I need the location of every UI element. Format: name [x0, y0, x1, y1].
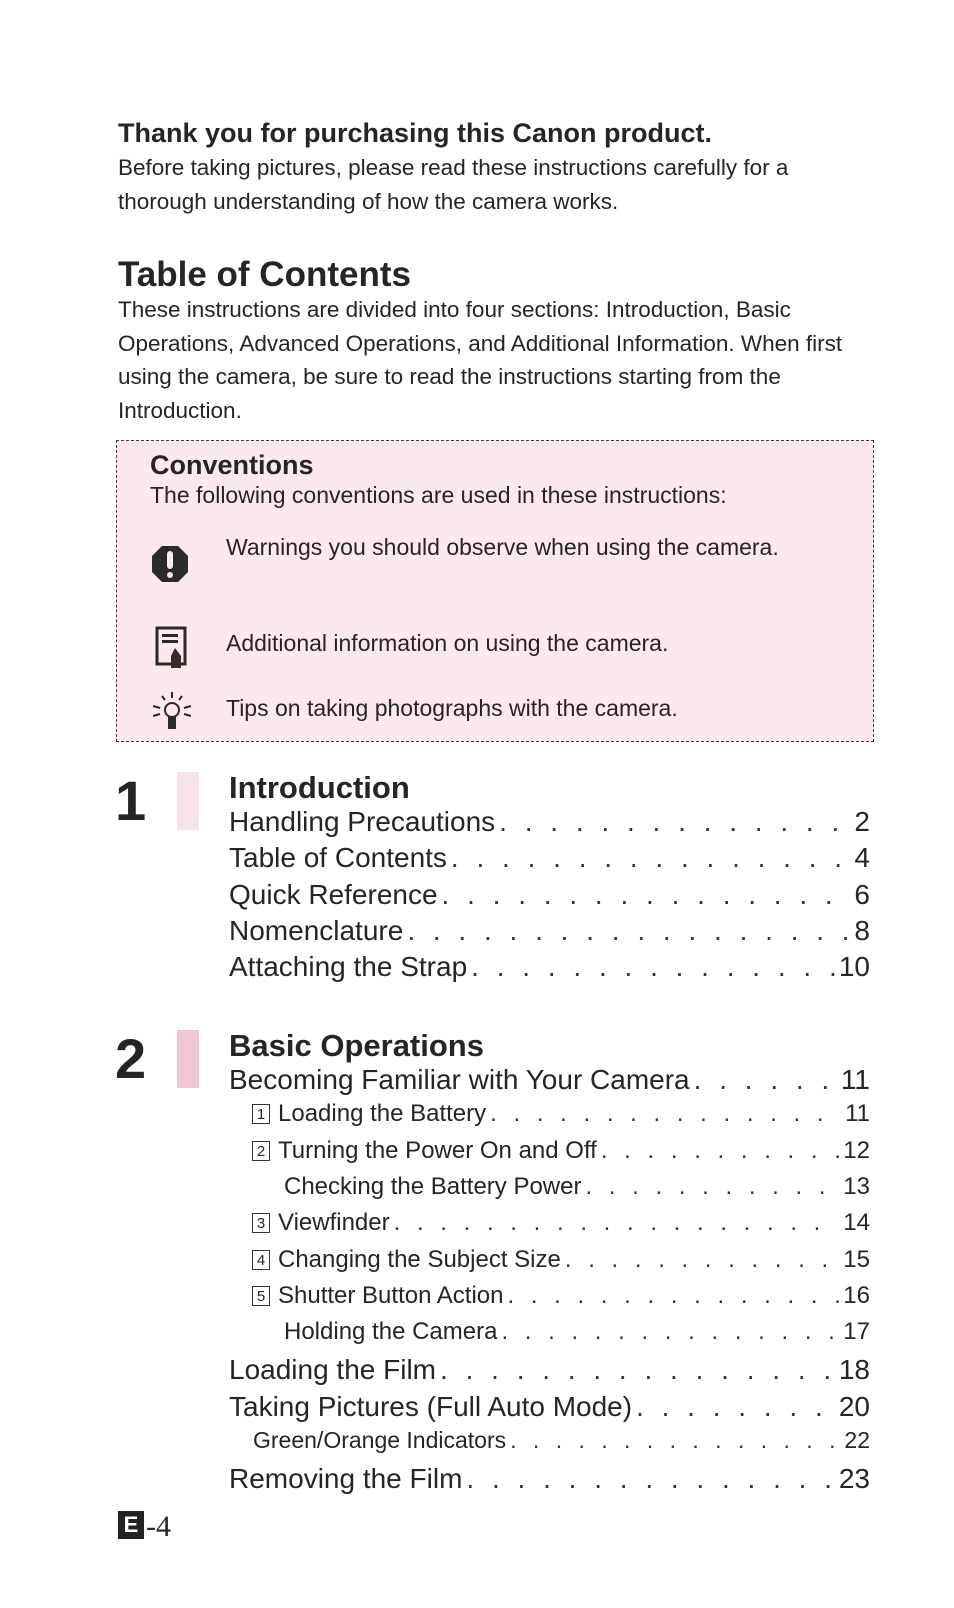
toc-entry[interactable]: 4 Changing the Subject Size 15 [252, 1246, 870, 1274]
toc-entry[interactable]: 3 Viewfinder 14 [252, 1209, 870, 1237]
lightbulb-icon [152, 692, 192, 729]
toc-entry[interactable]: Holding the Camera 17 [284, 1318, 870, 1346]
thanks-text: Before taking pictures, please read thes… [118, 155, 789, 214]
toc-entry-page: 8 [854, 914, 870, 946]
toc-entry[interactable]: Removing the Film 23 [229, 1463, 870, 1495]
toc-entry-label: Nomenclature [229, 914, 404, 946]
toc-entry[interactable]: Table of Contents 4 [229, 842, 870, 874]
step-number-icon: 2 [252, 1140, 270, 1161]
conventions-intro: The following conventions are used in th… [150, 482, 727, 508]
language-badge: E [118, 1511, 144, 1539]
toc-entry-label: Quick Reference [229, 878, 438, 910]
toc-entry-page: 22 [844, 1427, 870, 1453]
toc-entry[interactable]: Quick Reference 6 [229, 879, 870, 911]
toc-entry-page: 20 [838, 1390, 870, 1422]
toc-entry[interactable]: Checking the Battery Power 13 [284, 1173, 870, 1201]
dot-leader [394, 1209, 840, 1237]
conventions-item-info: Additional information on using the came… [226, 630, 669, 656]
dot-leader [565, 1246, 839, 1274]
dot-leader [471, 951, 835, 983]
dot-leader [501, 1318, 839, 1346]
toc-entry[interactable]: 5 Shutter Button Action 16 [252, 1282, 870, 1310]
dot-leader [507, 1282, 839, 1310]
toc-entry-label: Holding the Camera [284, 1318, 498, 1346]
toc-entry[interactable]: Green/Orange Indicators 22 [253, 1427, 870, 1454]
toc-entry-page: 14 [843, 1209, 870, 1237]
page-number: E -4 [118, 1510, 171, 1544]
toc-entry-label: Attaching the Strap [229, 951, 468, 983]
dot-leader [442, 879, 851, 911]
toc-entry[interactable]: Attaching the Strap 10 [229, 951, 870, 983]
toc-entry-label: Becoming Familiar with Your Camera [229, 1064, 690, 1095]
toc-entry-page: 17 [843, 1318, 870, 1346]
toc-entry-label: Turning the Power On and Off [278, 1136, 597, 1164]
conventions-item-warning: Warnings you should observe when using t… [226, 534, 779, 560]
toc-entry-page: 6 [854, 878, 870, 910]
dot-leader [694, 1064, 837, 1096]
dot-leader [601, 1137, 839, 1165]
toc-entry-label: Viewfinder [278, 1209, 390, 1237]
toc-entry-label: Green/Orange Indicators [253, 1427, 507, 1453]
toc-entry-label: Shutter Button Action [278, 1281, 504, 1309]
toc-entry[interactable]: 2 Turning the Power On and Off 12 [252, 1137, 870, 1165]
toc-entry-label: Taking Pictures (Full Auto Mode) [229, 1390, 633, 1422]
toc-entry-label: Checking the Battery Power [284, 1172, 582, 1200]
toc-description: These instructions are divided into four… [118, 297, 843, 423]
toc-entry-page: 2 [854, 806, 870, 837]
conventions-item-tips: Tips on taking photographs with the came… [226, 695, 678, 721]
page-title: Table of Contents [118, 255, 411, 294]
toc-entry[interactable]: Taking Pictures (Full Auto Mode) 20 [229, 1391, 870, 1423]
memo-icon [155, 626, 187, 668]
section-tab [177, 1030, 199, 1088]
dot-leader [490, 1100, 841, 1128]
toc-entry-page: 11 [840, 1064, 870, 1095]
toc-entry[interactable]: Loading the Film 18 [229, 1354, 870, 1386]
dot-leader [466, 1463, 834, 1495]
toc-entry-page: 16 [843, 1281, 870, 1309]
step-number-icon: 3 [252, 1213, 270, 1234]
toc-entry[interactable]: Nomenclature 8 [229, 915, 870, 947]
toc-entry-label: Changing the Subject Size [278, 1245, 561, 1273]
toc-entry-page: 10 [838, 951, 870, 983]
toc-entry-page: 13 [843, 1172, 870, 1200]
step-number-icon: 4 [252, 1249, 270, 1270]
warning-icon [152, 546, 188, 582]
toc-entry-page: 12 [843, 1136, 870, 1164]
dot-leader [440, 1354, 835, 1386]
toc-entry[interactable]: Handling Precautions 2 [229, 806, 870, 838]
step-number-icon: 1 [252, 1104, 270, 1125]
section-title: Basic Operations [229, 1028, 484, 1063]
thanks-heading: Thank you for purchasing this Canon prod… [118, 118, 713, 148]
toc-entry-label: Table of Contents [229, 842, 447, 874]
page-number-text: -4 [146, 1510, 171, 1543]
section-number: 2 [115, 1027, 147, 1090]
dot-leader [636, 1391, 835, 1423]
toc-entry-page: 11 [845, 1100, 870, 1128]
dot-leader [499, 806, 850, 838]
dot-leader [451, 842, 851, 874]
toc-entry-page: 23 [838, 1463, 870, 1495]
section-tab [177, 772, 199, 830]
toc-entry-label: Handling Precautions [229, 806, 496, 837]
conventions-title: Conventions [150, 450, 314, 480]
toc-entry-label: Loading the Film [229, 1354, 437, 1386]
section-title: Introduction [229, 770, 410, 805]
dot-leader [510, 1427, 840, 1454]
toc-entry-label: Loading the Battery [278, 1100, 487, 1128]
toc-entry[interactable]: Becoming Familiar with Your Camera 11 [229, 1064, 870, 1096]
section-number: 1 [115, 769, 147, 832]
toc-entry-label: Removing the Film [229, 1463, 463, 1495]
dot-leader [407, 915, 850, 947]
toc-entry-page: 15 [843, 1245, 870, 1273]
toc-entry-page: 18 [838, 1354, 870, 1386]
step-number-icon: 5 [252, 1285, 270, 1306]
dot-leader [585, 1173, 839, 1201]
toc-entry-page: 4 [854, 842, 870, 874]
toc-entry[interactable]: 1 Loading the Battery 11 [252, 1100, 870, 1128]
